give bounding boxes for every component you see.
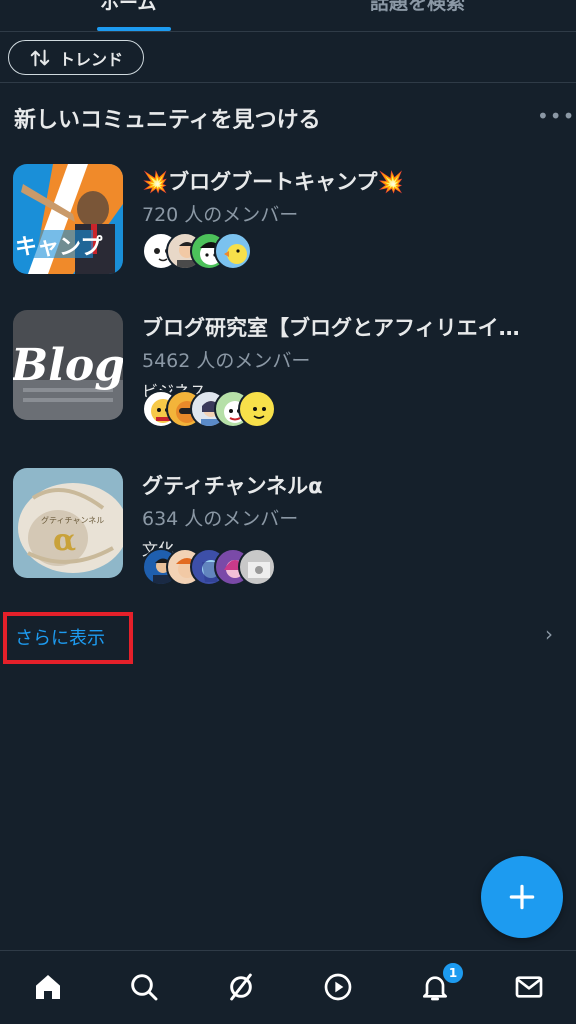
chevron-right-icon[interactable]: › (545, 622, 553, 646)
trend-button-label: トレンド (58, 49, 123, 69)
avatar (238, 390, 276, 428)
member-avatars (142, 232, 252, 272)
divider (0, 82, 576, 83)
community-item[interactable]: グティチャンネル α グティチャンネルα 634 人のメンバー 文化 (0, 468, 576, 598)
sort-arrows-icon (30, 49, 50, 66)
member-avatars (142, 390, 276, 430)
notification-badge: 1 (441, 961, 465, 985)
member-count: 5462 人のメンバー (142, 350, 311, 372)
community-item[interactable]: Blog ブログ研究室【ブログとアフィリエイ… 5462 人のメンバー ビジネス (0, 310, 576, 440)
nav-messages[interactable] (511, 969, 547, 1005)
trend-button[interactable]: トレンド (8, 40, 144, 75)
member-count: 720 人のメンバー (142, 204, 299, 226)
tab-home[interactable]: ホーム (100, 0, 156, 15)
community-thumbnail: グティチャンネル α (13, 468, 123, 578)
home-icon (36, 975, 60, 999)
community-thumbnail: キャンプ (13, 164, 123, 274)
search-icon (131, 974, 158, 1001)
top-tab-bar: ホーム 話題を検索 (0, 0, 576, 32)
more-options-icon[interactable]: ••• (537, 104, 575, 128)
spaces-icon (230, 973, 252, 1001)
compose-button[interactable] (481, 856, 563, 938)
show-more-button[interactable]: さらに表示 (3, 612, 133, 664)
avatar (214, 232, 252, 270)
thumbnail-text: キャンプ (15, 235, 103, 260)
thumbnail-text: α (53, 523, 76, 558)
mail-icon (515, 976, 543, 998)
play-icon (324, 973, 352, 1001)
nav-video[interactable] (320, 969, 356, 1005)
avatar (238, 548, 276, 586)
community-name: ブログ研究室【ブログとアフィリエイ… (142, 316, 520, 340)
nav-spaces[interactable] (223, 969, 259, 1005)
thumbnail-text: Blog (13, 340, 123, 391)
community-name: 💥ブログブートキャンプ💥 (142, 170, 404, 194)
bottom-navigation: 1 (0, 950, 576, 1024)
community-name: グティチャンネルα (142, 474, 323, 498)
section-title: 新しいコミュニティを見つける (14, 108, 321, 133)
active-tab-indicator (97, 27, 171, 31)
plus-icon (509, 884, 535, 910)
nav-search[interactable] (126, 969, 162, 1005)
nav-home[interactable] (30, 969, 66, 1005)
community-thumbnail: Blog (13, 310, 123, 420)
community-item[interactable]: キャンプ 💥ブログブートキャンプ💥 720 人のメンバー (0, 164, 576, 294)
member-avatars (142, 548, 276, 588)
tab-explore[interactable]: 話題を検索 (370, 0, 465, 15)
member-count: 634 人のメンバー (142, 508, 299, 530)
show-more-label: さらに表示 (15, 628, 105, 649)
